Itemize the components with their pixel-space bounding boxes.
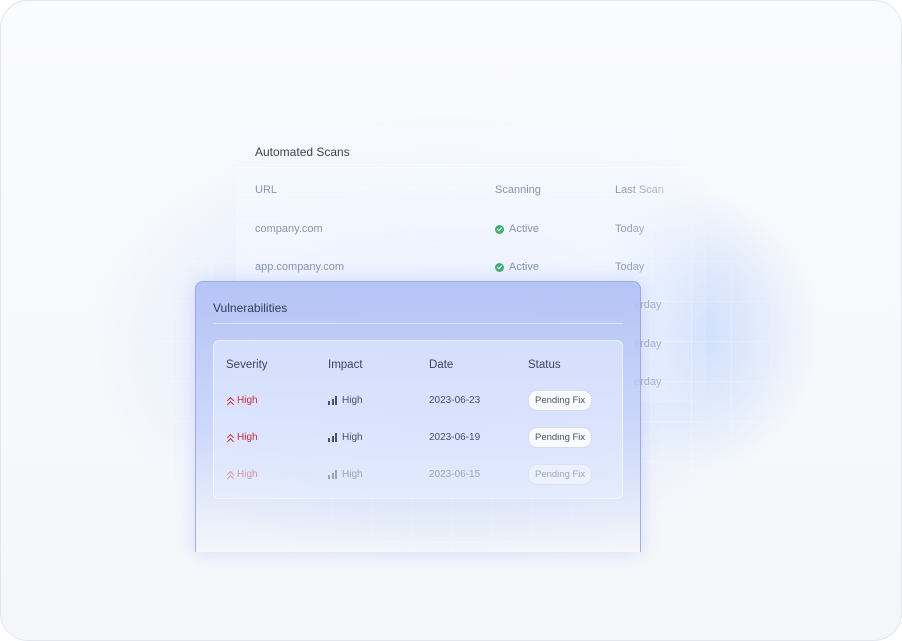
scan-status-label: Active <box>509 223 539 235</box>
date-cell: 2023-06-19 <box>429 432 481 443</box>
check-circle-icon <box>495 262 504 272</box>
column-header-severity: Severity <box>226 359 268 371</box>
severity-cell: High <box>226 469 258 480</box>
column-header-impact: Impact <box>328 359 363 371</box>
divider <box>236 167 706 168</box>
signal-bars-icon <box>328 396 337 405</box>
date-cell: 2023-06-15 <box>429 469 481 480</box>
status-cell: Pending Fix <box>528 464 593 485</box>
automated-scans-title: Automated Scans <box>255 145 350 159</box>
column-header-scanning: Scanning <box>495 184 541 196</box>
severity-cell: High <box>226 432 258 443</box>
severity-cell: High <box>226 395 258 406</box>
chevrons-up-icon <box>226 433 234 442</box>
impact-cell: High <box>328 395 363 406</box>
severity-label: High <box>237 469 258 480</box>
status-cell: Pending Fix <box>528 390 593 411</box>
severity-label: High <box>237 395 258 406</box>
last-scan: Today <box>615 223 645 235</box>
impact-cell: High <box>328 432 363 443</box>
scan-status-label: Active <box>509 261 539 273</box>
severity-label: High <box>237 432 258 443</box>
impact-cell: High <box>328 469 363 480</box>
vulnerabilities-table: Severity Impact Date Status High High 20… <box>213 340 623 499</box>
impact-label: High <box>342 395 363 406</box>
scan-url[interactable]: app.company.com <box>255 261 344 273</box>
status-badge[interactable]: Pending Fix <box>528 390 593 411</box>
column-header-last-scan: Last Scan <box>615 184 664 196</box>
illustration-frame: Automated Scans URL Scanning Last Scan c… <box>0 0 902 641</box>
divider <box>213 323 623 324</box>
column-header-date: Date <box>429 359 454 371</box>
chevrons-up-icon <box>226 396 234 405</box>
last-scan: Today <box>615 261 645 273</box>
column-header-url: URL <box>255 184 278 196</box>
scan-status: Active <box>495 223 539 235</box>
signal-bars-icon <box>328 470 337 479</box>
column-header-status: Status <box>528 359 561 371</box>
scan-status: Active <box>495 261 539 273</box>
check-circle-icon <box>495 224 504 234</box>
vulnerabilities-title: Vulnerabilities <box>213 301 288 315</box>
date-cell: 2023-06-23 <box>429 395 481 406</box>
vulnerabilities-card: Vulnerabilities Severity Impact Date Sta… <box>195 281 641 552</box>
signal-bars-icon <box>328 433 337 442</box>
status-cell: Pending Fix <box>528 427 593 448</box>
status-badge[interactable]: Pending Fix <box>528 427 593 448</box>
impact-label: High <box>342 432 363 443</box>
chevrons-up-icon <box>226 470 234 479</box>
status-badge[interactable]: Pending Fix <box>528 464 593 485</box>
scan-url[interactable]: company.com <box>255 223 323 235</box>
impact-label: High <box>342 469 363 480</box>
